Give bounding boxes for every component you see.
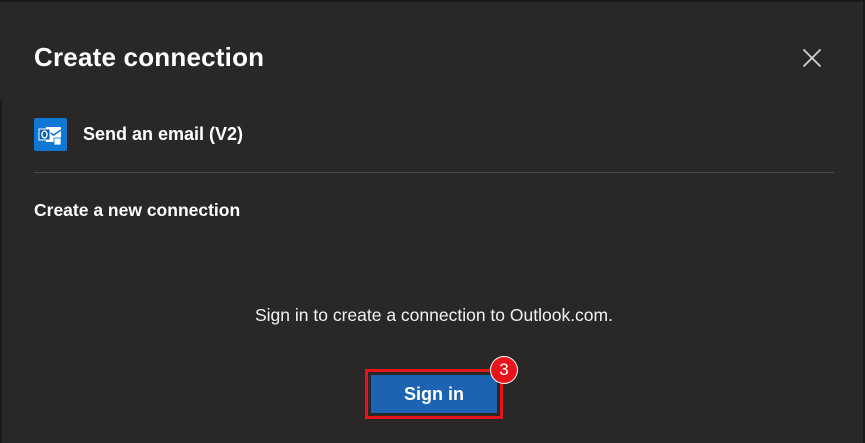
- action-label: Send an email (V2): [83, 124, 244, 144]
- sign-in-button[interactable]: Sign in: [371, 375, 497, 413]
- divider: [34, 172, 834, 173]
- create-connection-dialog: Create connection Send an email (V2) Cre…: [0, 0, 865, 443]
- outlook-icon: [34, 118, 67, 151]
- section-title: Create a new connection: [34, 200, 241, 220]
- close-button[interactable]: [796, 42, 828, 74]
- action-row: Send an email (V2): [34, 118, 243, 151]
- signin-hint: Sign in to create a connection to Outloo…: [255, 305, 613, 325]
- dialog-title: Create connection: [34, 42, 265, 72]
- top-border: [0, 0, 865, 2]
- left-border: [0, 100, 2, 443]
- close-icon: [803, 49, 821, 67]
- step-badge: 3: [491, 357, 517, 383]
